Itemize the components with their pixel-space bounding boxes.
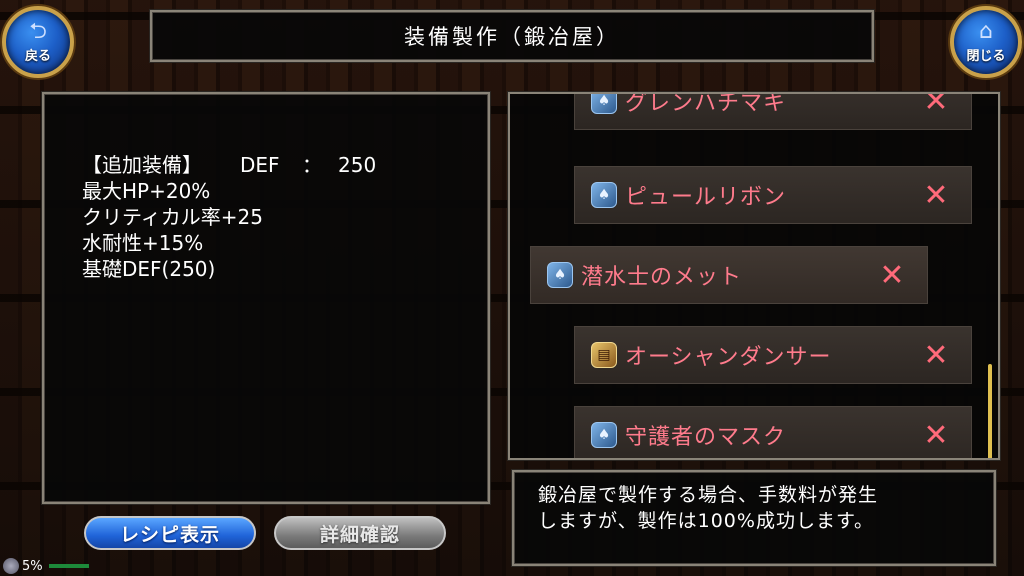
globe-icon (3, 558, 19, 574)
recipe-item-selected[interactable]: ♠ 潜水士のメット ✕ (530, 246, 928, 304)
stat-name: DEF (240, 153, 280, 177)
recipe-item[interactable]: ♠ グレンハチマキ ✕ (574, 92, 972, 130)
recipe-item[interactable]: ♠ ピュールリボン ✕ (574, 166, 972, 224)
stat-line: 水耐性+15% (82, 231, 204, 255)
return-arrow-icon: ⮌ (29, 18, 47, 44)
cross-icon: ✕ (879, 257, 905, 293)
status-indicator: 5% (0, 556, 89, 576)
equipment-detail-panel: 【追加装備】 DEF ： 250 最大HP+20% クリティカル率+25 水耐性… (42, 92, 490, 504)
close-button[interactable]: ⌂ 閉じる (950, 6, 1022, 78)
recipe-item[interactable]: ▤ オーシャンダンサー ✕ (574, 326, 972, 384)
detail-confirm-button[interactable]: 詳細確認 (274, 516, 446, 550)
home-icon: ⌂ (979, 18, 993, 44)
stat-line: 基礎DEF(250) (82, 257, 216, 281)
hat-icon: ♠ (591, 182, 617, 208)
cross-icon: ✕ (923, 92, 949, 119)
back-label: 戻る (24, 48, 51, 64)
info-line: しますが、製作は100%成功します。 (538, 510, 875, 532)
title-bar: 装備製作（鍛冶屋） (150, 10, 874, 62)
hat-icon: ♠ (591, 94, 617, 114)
hat-icon: ♠ (591, 422, 617, 448)
back-button[interactable]: ⮌ 戻る (2, 6, 74, 78)
stat-colon: ： (302, 153, 322, 177)
stat-line: クリティカル率+25 (82, 205, 264, 229)
show-recipe-button[interactable]: レシピ表示 (84, 516, 256, 550)
recipe-name: 守護者のマスク (625, 425, 787, 450)
additional-equipment-label: 【追加装備】 (82, 153, 202, 177)
stat-value: 250 (338, 153, 377, 177)
hat-icon: ♠ (547, 262, 573, 288)
recipe-name: グレンハチマキ (625, 92, 787, 116)
recipe-list[interactable]: ♠ グレンハチマキ ✕ ♠ ピュールリボン ✕ ♠ 潜水士のメット ✕ ▤ オー… (508, 92, 1000, 460)
cross-icon: ✕ (923, 337, 949, 373)
close-label: 閉じる (966, 48, 1006, 64)
info-line: 鍛冶屋で製作する場合、手数料が発生 (538, 484, 879, 506)
additional-equipment-line: 【追加装備】 DEF ： 250 (82, 152, 488, 178)
cross-icon: ✕ (923, 417, 949, 453)
recipe-name: ピュールリボン (625, 185, 787, 210)
page-title: 装備製作（鍛冶屋） (404, 25, 620, 49)
recipe-name: 潜水士のメット (581, 265, 743, 290)
cross-icon: ✕ (923, 177, 949, 213)
status-percent: 5% (22, 558, 43, 574)
info-message-box: 鍛冶屋で製作する場合、手数料が発生 しますが、製作は100%成功します。 (512, 470, 996, 566)
scroll-icon: ▤ (591, 342, 617, 368)
stat-line: 最大HP+20% (82, 179, 211, 203)
recipe-name: オーシャンダンサー (625, 345, 832, 370)
progress-bar (48, 564, 89, 568)
recipe-item[interactable]: ♠ 守護者のマスク ✕ (574, 406, 972, 458)
list-scrollbar[interactable] (988, 364, 992, 458)
